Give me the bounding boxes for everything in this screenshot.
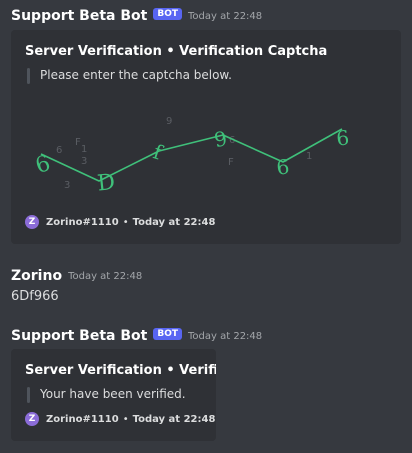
captcha-noise-char: 9 [166,116,172,127]
footer-separator: • [122,216,129,228]
captcha-char: 6 [335,125,350,150]
message-bot-verified: Support Beta Bot BOT Today at 22:48 [11,327,262,345]
message-header: Support Beta Bot BOT Today at 22:48 [11,7,262,25]
description-bar [27,387,30,403]
footer-timestamp: Today at 22:48 [132,216,216,228]
message-timestamp[interactable]: Today at 22:48 [188,331,262,342]
message-timestamp[interactable]: Today at 22:48 [68,271,142,282]
captcha-embed: Server Verification • Verification Captc… [11,30,401,244]
embed-footer: Z Zorino#1110 • Today at 22:48 [25,214,215,230]
author-name[interactable]: Support Beta Bot [11,8,147,24]
captcha-char: f [150,139,166,165]
author-name[interactable]: Support Beta Bot [11,328,147,344]
message-bot-captcha: Support Beta Bot BOT Today at 22:48 [11,7,262,25]
footer-user: Zorino#1110 [46,413,119,425]
captcha-image: 6 F 1 3 3 9 F 6 1 6 D f 9 6 6 [33,116,351,197]
footer-avatar: Z [25,412,39,426]
bot-tag: BOT [153,8,182,20]
message-timestamp[interactable]: Today at 22:48 [188,11,262,22]
message-content: 6Df966 [11,289,59,304]
footer-separator: • [122,413,129,425]
captcha-noise-char: 3 [81,156,87,167]
bot-tag: BOT [153,328,182,340]
captcha-noise-char: F [228,157,234,168]
captcha-noise-char: 3 [64,180,70,191]
footer-avatar: Z [25,215,39,229]
footer-user: Zorino#1110 [46,216,119,228]
footer-timestamp: Today at 22:48 [132,413,216,425]
embed-title: Server Verification • Verified [25,363,216,378]
captcha-char: 9 [212,126,229,152]
embed-footer: Z Zorino#1110 • Today at 22:48 [25,411,215,427]
captcha-noise-char: 1 [306,151,312,162]
message-header: Support Beta Bot BOT Today at 22:48 [11,327,262,345]
message-header: Zorino Today at 22:48 [11,267,142,285]
embed-description: Your have been verified. [40,387,186,401]
captcha-line [40,128,343,182]
message-user-reply: Zorino Today at 22:48 [11,267,142,285]
captcha-char: D [96,170,116,197]
verified-embed: Server Verification • Verified Your have… [11,349,216,441]
author-name[interactable]: Zorino [11,268,62,284]
captcha-char: 6 [33,151,54,179]
captcha-noise-char: 1 [81,144,87,155]
captcha-noise-char: 6 [56,145,62,156]
